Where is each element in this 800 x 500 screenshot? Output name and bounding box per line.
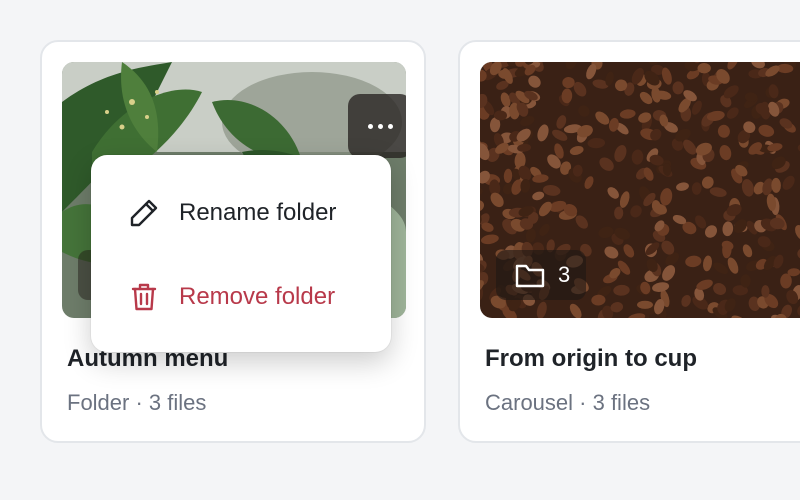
rename-folder-menu-item[interactable]: Rename folder (91, 183, 391, 243)
card-meta: Carousel · 3 files (485, 390, 651, 415)
rename-folder-label: Rename folder (179, 199, 337, 226)
file-count: 3 (558, 262, 571, 287)
more-horizontal-icon (367, 123, 373, 129)
folder-context-menu: Rename folder Remove folder (91, 155, 391, 352)
carousel-card-from-origin-to-cup[interactable]: 3 From origin to cup Carousel · 3 files (458, 40, 800, 443)
more-dot (387, 123, 393, 129)
more-dot (377, 123, 383, 129)
remove-folder-label: Remove folder (179, 283, 336, 310)
remove-folder-menu-item[interactable]: Remove folder (91, 267, 391, 327)
folder-icon (514, 261, 546, 289)
pencil-icon (128, 197, 160, 229)
carousel-thumbnail-coffee[interactable]: 3 (480, 62, 800, 318)
card-title: From origin to cup (485, 345, 697, 372)
file-count-badge: 3 (496, 250, 587, 300)
card-meta: Folder · 3 files (67, 390, 207, 415)
more-options-button[interactable] (348, 94, 406, 158)
trash-icon (128, 281, 160, 313)
